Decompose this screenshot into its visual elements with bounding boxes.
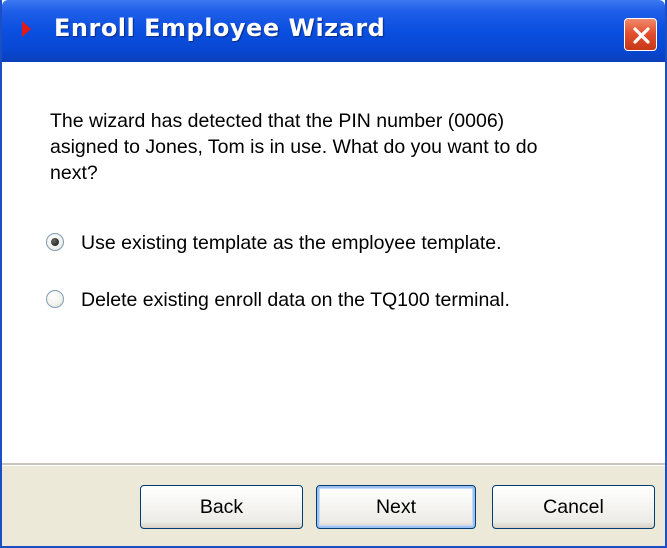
radio-use-existing-template[interactable] bbox=[46, 233, 64, 251]
cancel-button[interactable]: Cancel bbox=[492, 485, 655, 529]
wizard-window: Enroll Employee Wizard The wizard has de… bbox=[0, 0, 667, 548]
option-label: Use existing template as the employee te… bbox=[81, 232, 502, 254]
close-button[interactable] bbox=[624, 18, 657, 51]
red-arrow-icon bbox=[22, 21, 31, 37]
title-bar[interactable]: Enroll Employee Wizard bbox=[2, 0, 665, 62]
wizard-message: The wizard has detected that the PIN num… bbox=[50, 110, 538, 184]
next-button[interactable]: Next bbox=[316, 485, 476, 529]
back-button[interactable]: Back bbox=[140, 485, 303, 529]
option-label: Delete existing enroll data on the TQ100… bbox=[81, 289, 510, 311]
button-bar: Back Next Cancel bbox=[2, 466, 665, 546]
close-x-icon bbox=[633, 27, 650, 44]
wizard-content: The wizard has detected that the PIN num… bbox=[2, 62, 665, 463]
radio-selected-dot bbox=[51, 238, 59, 246]
window-title: Enroll Employee Wizard bbox=[54, 14, 386, 42]
radio-delete-enroll-data[interactable] bbox=[46, 290, 64, 308]
